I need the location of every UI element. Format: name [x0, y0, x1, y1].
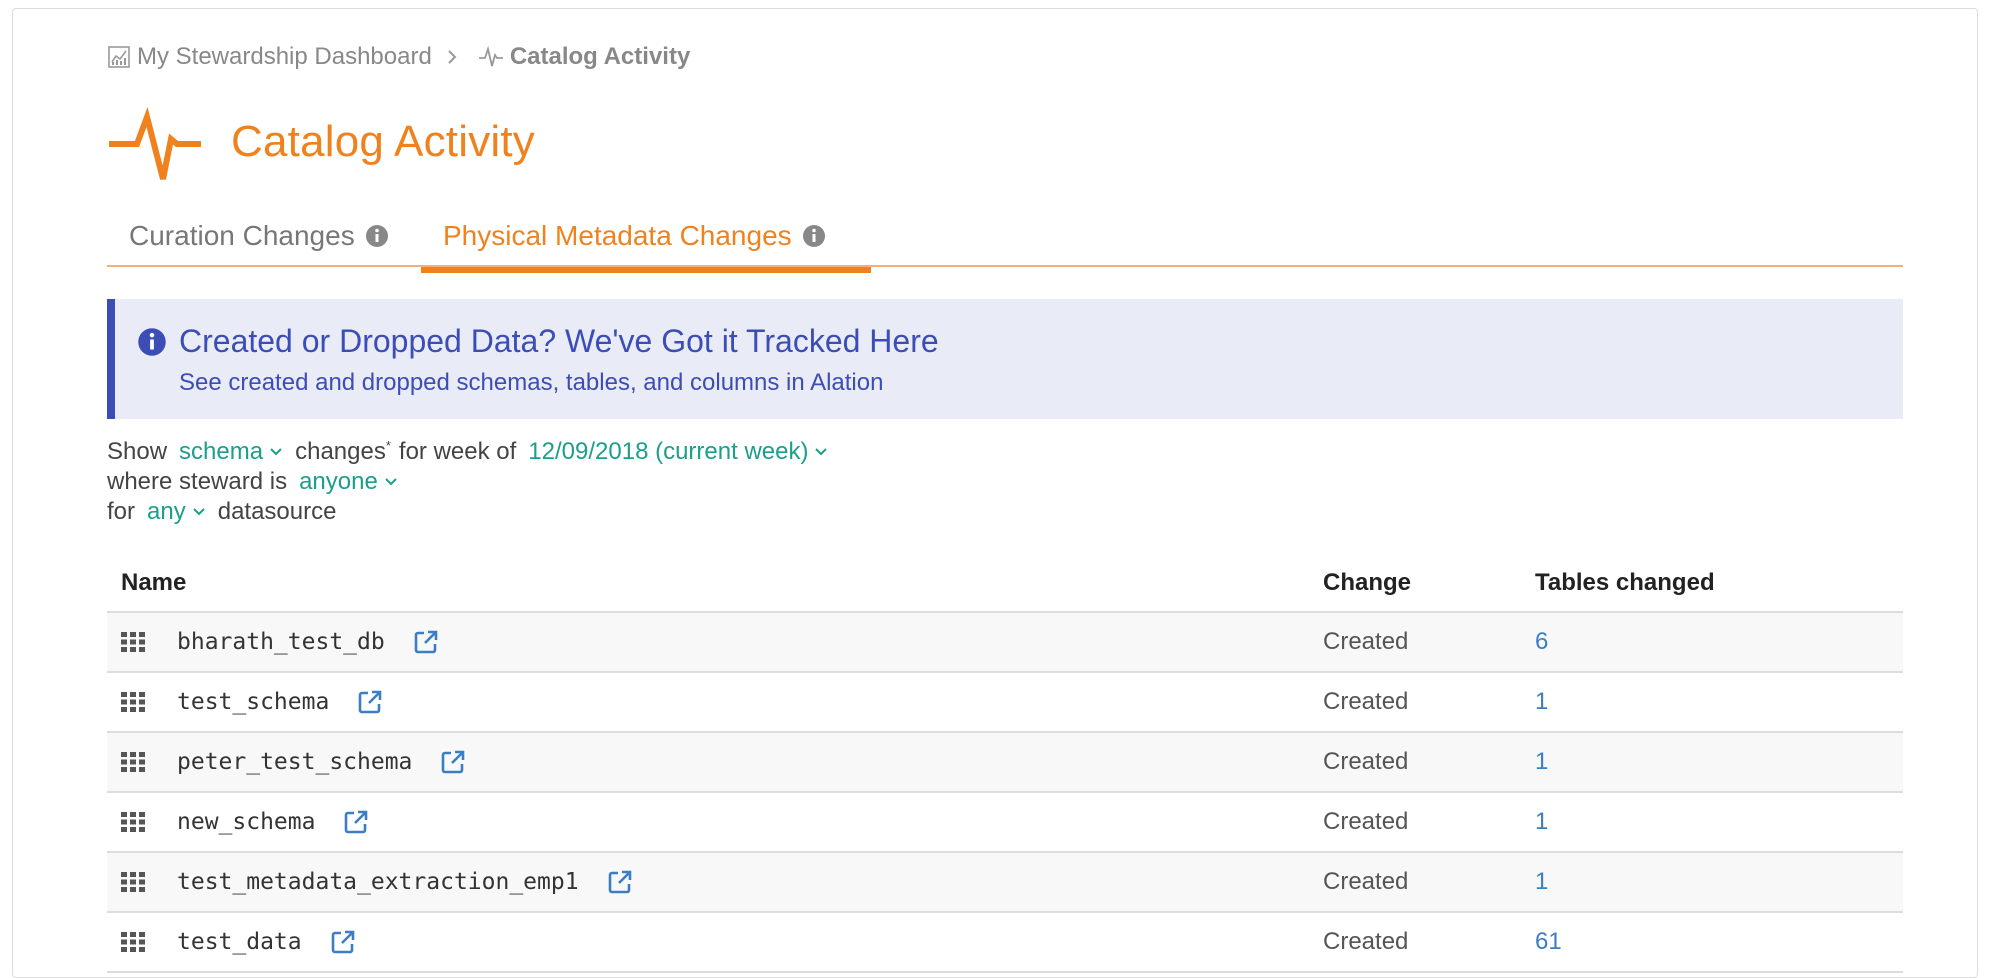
chevron-down-icon: [193, 508, 205, 516]
table-row: bharath_test_db Created 6: [107, 613, 1903, 673]
tab-curation-changes[interactable]: Curation Changes: [107, 205, 397, 267]
external-link-icon[interactable]: [330, 929, 356, 955]
cell-tables-changed: 1: [1535, 688, 1903, 716]
steward-dropdown[interactable]: anyone: [299, 467, 398, 497]
cell-tables-changed: 61: [1535, 928, 1903, 956]
cell-tables-changed: 1: [1535, 808, 1903, 836]
cell-change: Created: [1323, 868, 1409, 895]
external-link-icon[interactable]: [343, 809, 369, 835]
breadcrumb-current: Catalog Activity: [478, 43, 690, 71]
schema-name[interactable]: peter_test_schema: [177, 749, 412, 775]
table-row: peter_test_schema Created 1: [107, 733, 1903, 793]
filter-line-datasource: for any datasource: [107, 497, 840, 527]
object-type-value: schema: [179, 438, 264, 465]
info-circle-icon[interactable]: [365, 224, 389, 248]
filter-changes-label: changes*: [295, 438, 391, 465]
column-header-tables-changed[interactable]: Tables changed: [1535, 569, 1903, 597]
external-link-icon[interactable]: [413, 629, 439, 655]
column-header-name[interactable]: Name: [107, 569, 1323, 597]
schema-grid-icon: [121, 692, 149, 712]
info-alert: Created or Dropped Data? We've Got it Tr…: [107, 299, 1903, 419]
tables-changed-link[interactable]: 61: [1535, 928, 1562, 955]
steward-value: anyone: [299, 468, 378, 495]
table-row: test_schema Created 1: [107, 673, 1903, 733]
breadcrumb-stewardship-dashboard[interactable]: My Stewardship Dashboard: [107, 43, 432, 71]
schema-grid-icon: [121, 752, 149, 772]
tables-changed-link[interactable]: 1: [1535, 748, 1548, 775]
pulse-icon: [478, 45, 503, 67]
tab-label: Curation Changes: [129, 220, 355, 251]
table-row: new_schema Created 1: [107, 793, 1903, 853]
chevron-down-icon: [815, 448, 828, 456]
filter-line-steward: where steward is anyone: [107, 467, 840, 497]
external-link-icon[interactable]: [440, 749, 466, 775]
filter-for-label: for: [107, 498, 136, 525]
external-link-icon[interactable]: [607, 869, 633, 895]
week-dropdown[interactable]: 12/09/2018 (current week): [528, 437, 828, 467]
schema-grid-icon: [121, 932, 149, 952]
chart-icon: [108, 46, 130, 68]
filter-line-show: Show schema changes* for week of 12/09/2…: [107, 431, 840, 467]
datasource-value: any: [147, 498, 186, 525]
column-header-change[interactable]: Change: [1323, 569, 1535, 597]
tables-changed-link[interactable]: 1: [1535, 688, 1548, 715]
tab-label: Physical Metadata Changes: [443, 220, 792, 251]
schema-grid-icon: [121, 872, 149, 892]
week-value: 12/09/2018 (current week): [528, 438, 809, 465]
external-link-icon[interactable]: [357, 689, 383, 715]
cell-change: Created: [1323, 628, 1409, 655]
info-circle-icon[interactable]: [802, 224, 826, 248]
filter-steward-label: where steward is: [107, 468, 288, 495]
object-type-dropdown[interactable]: schema: [179, 437, 283, 467]
schema-name[interactable]: bharath_test_db: [177, 629, 385, 655]
schema-name[interactable]: new_schema: [177, 809, 315, 835]
breadcrumb-current-label: Catalog Activity: [509, 43, 691, 70]
cell-name: bharath_test_db: [107, 629, 1323, 655]
filter-show-label: Show: [107, 438, 168, 465]
table-row: test_metadata_extraction_emp1 Created 1: [107, 853, 1903, 913]
table-row: test_data Created 61: [107, 913, 1903, 973]
schema-grid-icon: [121, 632, 149, 652]
chevron-down-icon: [385, 478, 397, 486]
chevron-right-icon: [446, 48, 464, 66]
breadcrumb-parent-label: My Stewardship Dashboard: [137, 43, 432, 70]
cell-name: test_data: [107, 929, 1323, 955]
filter-sentence: Show schema changes* for week of 12/09/2…: [107, 431, 840, 527]
breadcrumb: My Stewardship Dashboard Catalog Activit…: [107, 43, 690, 71]
alert-subtitle: See created and dropped schemas, tables,…: [179, 369, 884, 396]
cell-change: Created: [1323, 748, 1409, 775]
cell-tables-changed: 6: [1535, 628, 1903, 656]
schema-name[interactable]: test_schema: [177, 689, 329, 715]
cell-change: Created: [1323, 928, 1409, 955]
page-title: Catalog Activity: [231, 117, 536, 166]
cell-change: Created: [1323, 808, 1409, 835]
cell-tables-changed: 1: [1535, 748, 1903, 776]
filter-week-label: for week of: [398, 438, 517, 465]
cell-tables-changed: 1: [1535, 868, 1903, 896]
cell-name: peter_test_schema: [107, 749, 1323, 775]
table-header: Name Change Tables changed: [107, 555, 1903, 613]
schema-grid-icon: [121, 812, 149, 832]
tab-physical-metadata-changes[interactable]: Physical Metadata Changes: [421, 205, 871, 273]
changes-table: Name Change Tables changed bharath_test_…: [107, 555, 1903, 973]
cell-name: new_schema: [107, 809, 1323, 835]
cell-change: Created: [1323, 688, 1409, 715]
alert-title: Created or Dropped Data? We've Got it Tr…: [179, 323, 939, 359]
page-header: Catalog Activity: [107, 99, 535, 185]
cell-name: test_metadata_extraction_emp1: [107, 869, 1323, 895]
tables-changed-link[interactable]: 1: [1535, 868, 1548, 895]
info-circle-icon: [137, 327, 167, 362]
pulse-icon: [109, 106, 201, 180]
tab-bar: Curation Changes Physical Metadata Chang…: [107, 205, 1903, 273]
schema-name[interactable]: test_metadata_extraction_emp1: [177, 869, 579, 895]
filter-datasource-label: datasource: [217, 498, 337, 525]
schema-name[interactable]: test_data: [177, 929, 302, 955]
main-panel: My Stewardship Dashboard Catalog Activit…: [12, 8, 1978, 978]
tables-changed-link[interactable]: 6: [1535, 628, 1548, 655]
chevron-down-icon: [270, 448, 282, 456]
datasource-dropdown[interactable]: any: [147, 497, 206, 527]
cell-name: test_schema: [107, 689, 1323, 715]
tables-changed-link[interactable]: 1: [1535, 808, 1548, 835]
